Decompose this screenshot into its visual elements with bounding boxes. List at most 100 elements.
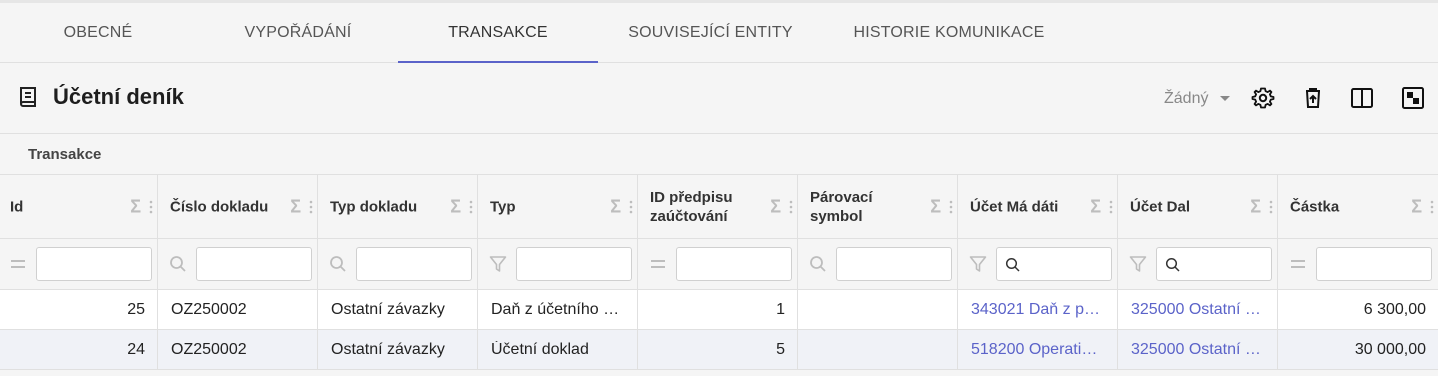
cell-cislo: OZ250002 <box>158 290 318 329</box>
cell-value: 1 <box>776 300 785 318</box>
column-menu-icon[interactable] <box>469 200 473 214</box>
account-link[interactable]: 325000 Ostatní závazky <box>1131 341 1263 359</box>
filter-cell-typ <box>478 239 638 289</box>
search-icon[interactable] <box>169 255 187 273</box>
delete-upload-icon[interactable] <box>1301 86 1325 110</box>
column-header-ucet-ma-dati[interactable]: Účet Má dáti Σ <box>958 175 1118 238</box>
tab-souvisejici-entity[interactable]: SOUVISEJÍCÍ ENTITY <box>608 3 813 63</box>
cell-ma-dati[interactable]: 518200 Operativní leasing <box>958 330 1118 369</box>
cell-typ: Účetní doklad <box>478 330 638 369</box>
cell-value: Ostatní závazky <box>331 340 445 358</box>
cell-cislo: OZ250002 <box>158 330 318 369</box>
search-icon <box>1165 257 1180 272</box>
tab-vyporadani[interactable]: VYPOŘÁDÁNÍ <box>198 3 398 63</box>
filter-input-cislo[interactable] <box>196 247 312 281</box>
column-menu-icon[interactable] <box>789 200 793 214</box>
filter-cell-typ-dokladu <box>318 239 478 289</box>
filter-cell-ma-dati <box>958 239 1118 289</box>
table-row[interactable]: 25 OZ250002 Ostatní závazky Daň z účetní… <box>0 290 1438 330</box>
cell-value: OZ250002 <box>171 300 247 318</box>
grid-header-row: Id Σ Číslo dokladu Σ Typ dokladu Σ Typ Σ… <box>0 175 1438 239</box>
column-menu-icon[interactable] <box>149 200 153 214</box>
filter-input-parovaci[interactable] <box>836 247 952 281</box>
column-menu-icon[interactable] <box>1430 200 1434 214</box>
columns-icon[interactable] <box>1350 86 1374 110</box>
search-icon[interactable] <box>329 255 347 273</box>
equals-icon[interactable] <box>1289 255 1307 273</box>
sum-icon[interactable]: Σ <box>130 196 141 217</box>
sum-icon[interactable]: Σ <box>770 196 781 217</box>
filter-input-dal[interactable] <box>1156 247 1272 281</box>
view-select[interactable]: Žádný <box>1164 90 1208 108</box>
cell-castka: 6 300,00 <box>1278 290 1438 329</box>
cell-dal[interactable]: 325000 Ostatní závazky <box>1118 330 1278 369</box>
column-label: Číslo dokladu <box>170 198 269 215</box>
sum-icon[interactable]: Σ <box>290 196 301 217</box>
tab-transakce[interactable]: TRANSAKCE <box>398 3 598 63</box>
page-title: Účetní deník <box>53 84 184 109</box>
gear-icon[interactable] <box>1251 86 1275 110</box>
column-menu-icon[interactable] <box>949 200 953 214</box>
filter-input-typ-dokladu[interactable] <box>356 247 472 281</box>
equals-icon[interactable] <box>9 255 27 273</box>
subsection-title: Transakce <box>28 146 102 163</box>
sum-icon[interactable]: Σ <box>930 196 941 217</box>
sum-icon[interactable]: Σ <box>1250 196 1261 217</box>
column-menu-icon[interactable] <box>309 200 313 214</box>
tab-obecne[interactable]: OBECNÉ <box>0 3 196 63</box>
cell-id: 25 <box>0 290 158 329</box>
table-row[interactable]: 24 OZ250002 Ostatní závazky Účetní dokla… <box>0 330 1438 370</box>
tab-bar: OBECNÉ VYPOŘÁDÁNÍ TRANSAKCE SOUVISEJÍCÍ … <box>0 0 1438 63</box>
cell-ma-dati[interactable]: 343021 Daň z přidané hodnoty <box>958 290 1118 329</box>
column-header-id-predpisu[interactable]: ID předpisu zaúčtování Σ <box>638 175 798 238</box>
filter-icon[interactable] <box>1129 255 1147 273</box>
cell-value: Daň z účetního dokladu <box>491 300 623 318</box>
cell-typ-dokladu: Ostatní závazky <box>318 330 478 369</box>
column-label: ID předpisu zaúčtování <box>650 188 733 225</box>
column-menu-icon[interactable] <box>1269 200 1273 214</box>
column-menu-icon[interactable] <box>1109 200 1113 214</box>
column-header-ucet-dal[interactable]: Účet Dal Σ <box>1118 175 1278 238</box>
column-header-parovaci-symbol[interactable]: Párovací symbol Σ <box>798 175 958 238</box>
filter-input-ma-dati[interactable] <box>996 247 1112 281</box>
active-tab-indicator <box>398 61 598 63</box>
account-link[interactable]: 325000 Ostatní závazky <box>1131 301 1263 319</box>
account-link[interactable]: 518200 Operativní leasing <box>971 341 1103 359</box>
column-header-castka[interactable]: Částka Σ <box>1278 175 1438 238</box>
sum-icon[interactable]: Σ <box>1090 196 1101 217</box>
cell-id: 24 <box>0 330 158 369</box>
cell-value: 25 <box>127 300 145 318</box>
filter-input-id[interactable] <box>36 247 152 281</box>
column-header-typ[interactable]: Typ Σ <box>478 175 638 238</box>
column-label: Typ dokladu <box>330 198 418 215</box>
section-header: Účetní deník Žádný <box>0 64 1438 134</box>
sum-icon[interactable]: Σ <box>450 196 461 217</box>
cell-parovaci <box>798 290 958 329</box>
book-icon <box>20 87 36 107</box>
sum-icon[interactable]: Σ <box>610 196 621 217</box>
cell-dal[interactable]: 325000 Ostatní závazky <box>1118 290 1278 329</box>
column-label: Účet Má dáti <box>970 198 1059 215</box>
equals-icon[interactable] <box>649 255 667 273</box>
column-header-id[interactable]: Id Σ <box>0 175 158 238</box>
filter-cell-cislo <box>158 239 318 289</box>
column-menu-icon[interactable] <box>629 200 633 214</box>
filter-cell-id-predpisu <box>638 239 798 289</box>
column-header-cislo-dokladu[interactable]: Číslo dokladu Σ <box>158 175 318 238</box>
chevron-down-icon[interactable] <box>1219 95 1231 103</box>
filter-icon[interactable] <box>489 255 507 273</box>
sum-icon[interactable]: Σ <box>1411 196 1422 217</box>
layout-icon[interactable] <box>1401 86 1425 110</box>
account-link[interactable]: 343021 Daň z přidané hodnoty <box>971 301 1103 319</box>
column-label: Typ <box>490 198 516 215</box>
cell-value: Účetní doklad <box>491 340 589 358</box>
filter-input-id-predpisu[interactable] <box>676 247 792 281</box>
cell-typ: Daň z účetního dokladu <box>478 290 638 329</box>
tab-historie-komunikace[interactable]: HISTORIE KOMUNIKACE <box>838 3 1060 63</box>
filter-input-typ[interactable] <box>516 247 632 281</box>
filter-input-castka[interactable] <box>1316 247 1432 281</box>
search-icon[interactable] <box>809 255 827 273</box>
filter-icon[interactable] <box>969 255 987 273</box>
column-header-typ-dokladu[interactable]: Typ dokladu Σ <box>318 175 478 238</box>
cell-value: 30 000,00 <box>1354 340 1426 358</box>
